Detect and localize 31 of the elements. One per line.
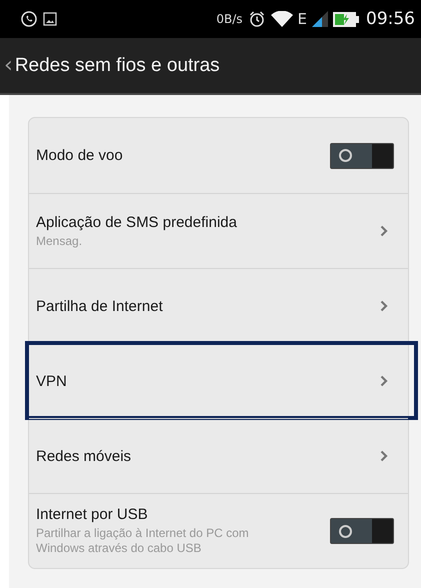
setting-label: Aplicação de SMS predefinida <box>36 214 238 230</box>
network-type: E <box>298 10 307 28</box>
toggle-setting-row[interactable]: Internet por USB Partilhar a ligação à Internet do PC com Windows através do cabo USB <box>29 493 408 568</box>
toggle-switch[interactable] <box>330 142 394 168</box>
page-title: Redes sem fios e outras <box>14 54 220 76</box>
chevron-right-icon <box>380 225 388 237</box>
setting-label: Redes móveis <box>36 448 132 464</box>
toggle-switch[interactable] <box>330 518 394 544</box>
back-button[interactable]: ‹ <box>0 53 15 78</box>
setting-row[interactable]: VPN <box>27 343 416 418</box>
chat-icon <box>20 10 38 28</box>
setting-label: Modo de voo <box>36 147 124 164</box>
setting-row[interactable]: Aplicação de SMS predefinida Mensag. <box>29 193 408 268</box>
setting-summary: Partilhar a ligação à Internet do PC com Windows através do cabo USB <box>36 526 250 556</box>
toggle-setting-row[interactable]: Modo de voo <box>29 118 408 193</box>
setting-row[interactable]: Partilha de Internet <box>29 268 408 343</box>
signal-icon <box>312 11 328 27</box>
data-speed: 0B/s <box>216 12 243 26</box>
alarm-icon <box>248 10 266 28</box>
setting-row[interactable]: Redes móveis <box>29 418 408 493</box>
setting-label: Internet por USB <box>36 506 149 523</box>
chevron-right-icon <box>380 375 388 387</box>
battery-icon <box>333 12 359 26</box>
image-icon <box>43 12 57 26</box>
chevron-right-icon <box>380 450 388 462</box>
setting-summary: Mensag. <box>36 234 84 248</box>
setting-label: Partilha de Internet <box>36 298 164 314</box>
chevron-right-icon <box>380 300 388 312</box>
clock: 09:56 <box>366 9 415 29</box>
wifi-icon <box>270 10 293 28</box>
setting-label: VPN <box>36 372 68 390</box>
